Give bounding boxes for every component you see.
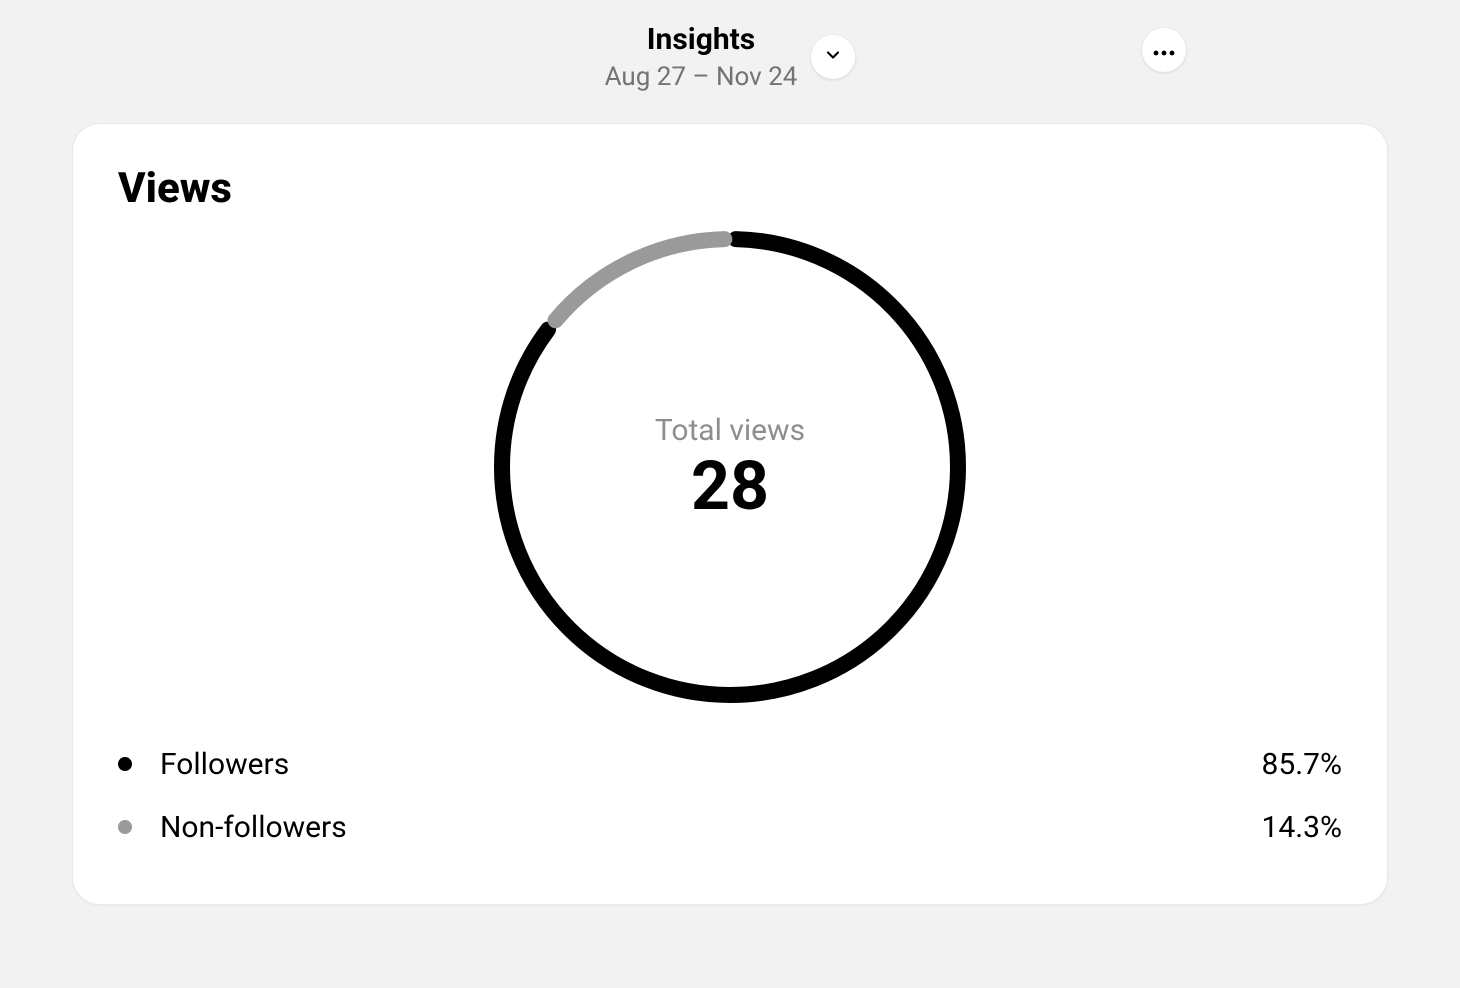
donut-center: Total views 28 [494,231,966,703]
legend-label: Followers [160,747,289,782]
legend: Followers 85.7% Non-followers 14.3% [118,733,1342,859]
legend-label: Non-followers [160,810,347,845]
more-options-button[interactable] [1142,28,1186,72]
legend-value: 85.7% [1262,747,1342,782]
legend-row-followers: Followers 85.7% [118,733,1342,796]
date-range-dropdown-button[interactable] [811,35,855,79]
header-title-group: Insights Aug 27 – Nov 24 [605,20,798,95]
page-header: Insights Aug 27 – Nov 24 [0,0,1460,105]
page-title: Insights [647,20,755,59]
card-title: Views [118,164,1342,213]
chevron-down-icon [823,45,843,69]
legend-value: 14.3% [1262,810,1342,845]
donut-chart: Total views 28 [494,231,966,703]
legend-dot-icon [118,820,132,834]
donut-chart-container: Total views 28 [118,231,1342,703]
date-range: Aug 27 – Nov 24 [605,61,798,95]
legend-dot-icon [118,757,132,771]
legend-row-nonfollowers: Non-followers 14.3% [118,796,1342,859]
total-views-value: 28 [691,452,769,520]
views-card: Views Total views 28 Followers 85.7% Non… [72,123,1388,905]
total-views-label: Total views [655,413,805,448]
more-horizontal-icon [1153,41,1175,60]
